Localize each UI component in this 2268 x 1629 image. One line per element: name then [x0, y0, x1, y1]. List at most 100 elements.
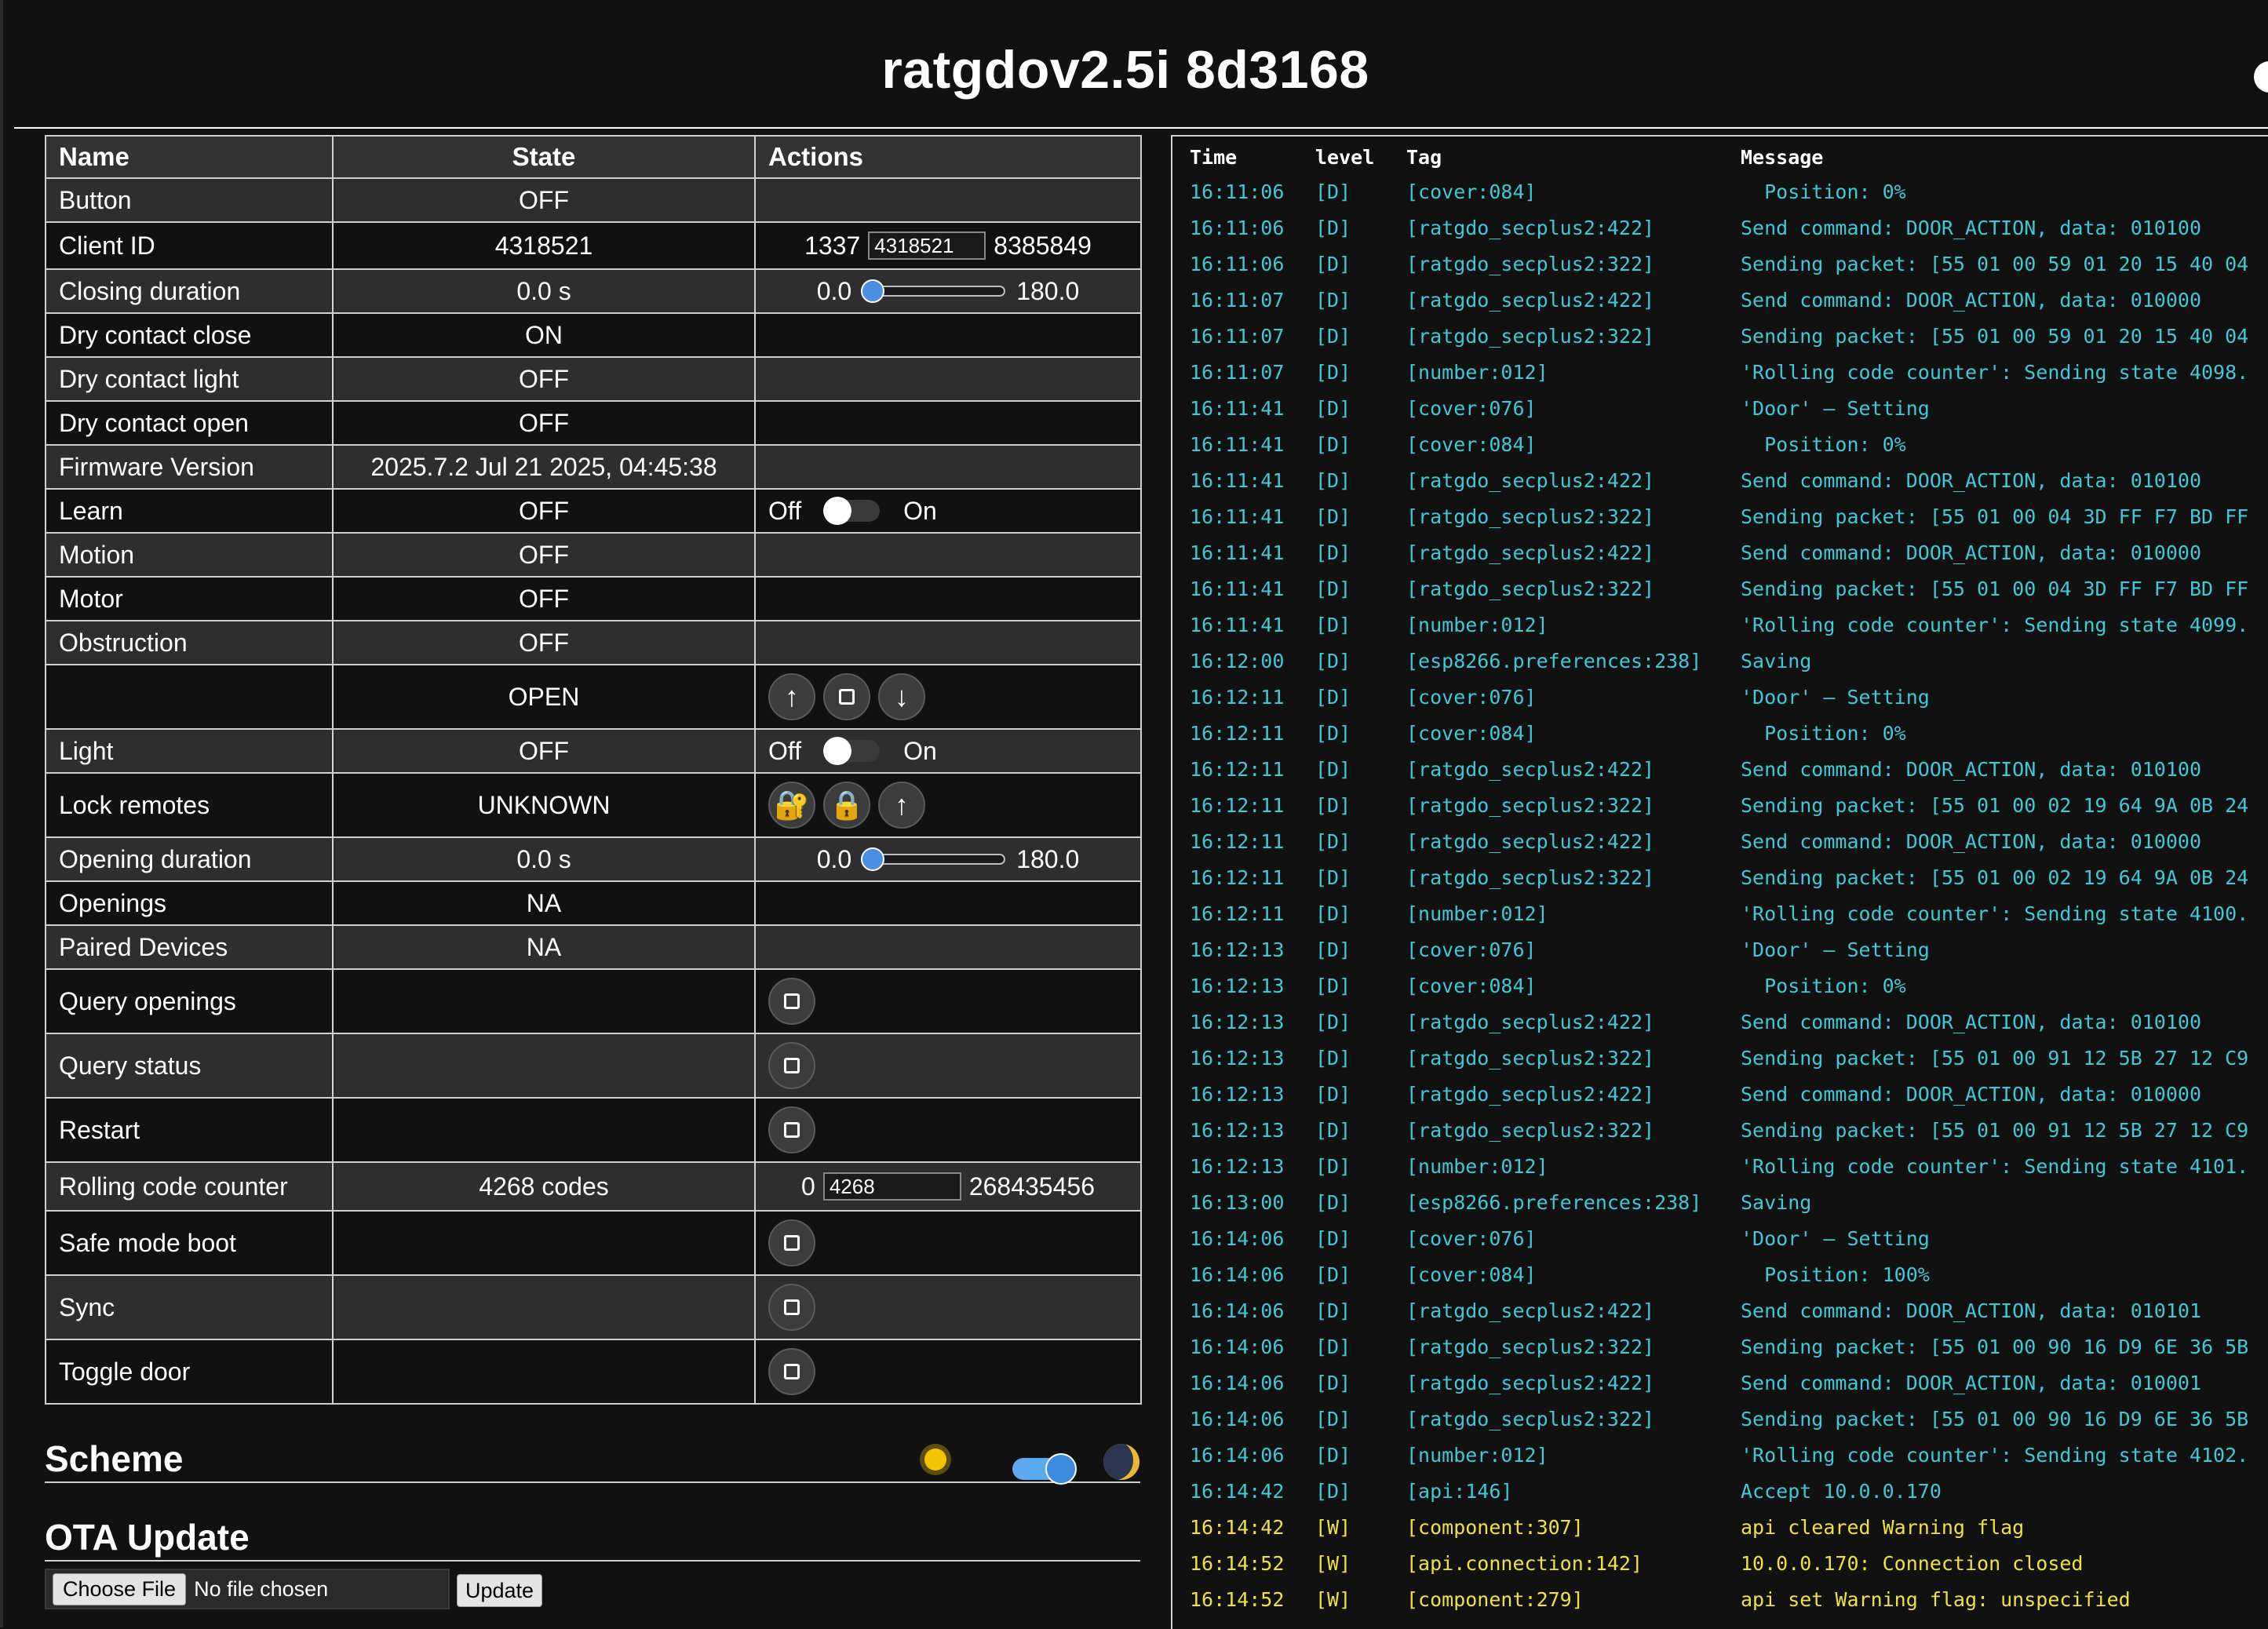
log-message: Sending packet: [55 01 00 04 3D FF F7 BD… [1741, 578, 2249, 600]
log-time: 16:12:00 [1190, 650, 1285, 672]
log-time: 16:11:06 [1190, 217, 1285, 239]
door-stop-button[interactable] [823, 673, 870, 720]
press-icon [784, 993, 800, 1009]
log-row: 16:12:13 [D] [ratgdo_secplus2:422] Send com… [1172, 1003, 2268, 1039]
log-row: 16:11:41 [D] [number:012] 'Rolling code cou… [1172, 606, 2268, 642]
entity-state: OFF [332, 576, 756, 621]
query-openings-button[interactable] [768, 978, 815, 1025]
table-row: Closing duration 0.0 s 0.0 180.0 [45, 268, 1142, 314]
entity-actions [754, 880, 1142, 926]
slider-max: 180.0 [1016, 844, 1080, 873]
sync-button[interactable] [768, 1284, 815, 1331]
log-row: 16:12:11 [D] [number:012] 'Rolling code cou… [1172, 895, 2268, 931]
lock-open-button[interactable]: ↑ [878, 782, 925, 829]
entity-name: Closing duration [45, 268, 334, 314]
log-level: [D] [1315, 1155, 1351, 1178]
entity-actions [754, 1274, 1142, 1340]
log-tag: [api.connection:142] [1406, 1552, 1643, 1575]
log-level: [D] [1315, 1408, 1351, 1430]
log-row: 16:12:11 [D] [ratgdo_secplus2:422] Send com… [1172, 750, 2268, 786]
entity-actions [754, 1097, 1142, 1163]
log-message: Send command: DOOR_ACTION, data: 010001 [1741, 1372, 2201, 1394]
choose-file-button[interactable]: Choose File [53, 1573, 187, 1605]
log-time: 16:12:13 [1190, 1155, 1285, 1178]
rolling-code-input[interactable] [822, 1172, 961, 1201]
status-icon[interactable] [2254, 61, 2268, 93]
log-row: 16:14:06 [D] [ratgdo_secplus2:322] Sending … [1172, 1400, 2268, 1436]
query-status-button[interactable] [768, 1042, 815, 1089]
table-row: Opening duration 0.0 s 0.0 180.0 [45, 836, 1142, 882]
entity-actions [754, 356, 1142, 402]
entity-actions [754, 576, 1142, 621]
entity-actions: ↑ ↓ [754, 664, 1142, 730]
log-tag: [cover:084] [1406, 433, 1537, 456]
log-level: [D] [1315, 830, 1351, 853]
log-level: [D] [1315, 938, 1351, 961]
log-row: 16:14:52 [W] [component:279] api set Warnin… [1172, 1580, 2268, 1616]
log-message: Sending packet: [55 01 00 91 12 5B 27 12… [1741, 1119, 2249, 1142]
log-time: 16:11:06 [1190, 180, 1285, 203]
log-entries: 16:11:06 [D] [cover:084] Position: 0% 16:11… [1172, 173, 2268, 1616]
log-message: Sending packet: [55 01 00 02 19 64 9A 0B… [1741, 866, 2249, 889]
header-state: State [332, 135, 756, 179]
log-message: api set Warning flag: unspecified [1741, 1588, 2131, 1611]
lock-button[interactable]: 🔐 [768, 782, 815, 829]
log-tag: [number:012] [1406, 361, 1548, 384]
moon-icon [1103, 1444, 1139, 1480]
slider-handle[interactable] [861, 847, 885, 871]
entity-state [332, 1210, 756, 1276]
closing-duration-slider[interactable] [861, 279, 1006, 303]
opening-duration-slider[interactable] [861, 847, 1006, 871]
log-level: [D] [1315, 1119, 1351, 1142]
entity-actions: 0.0 180.0 [754, 836, 1142, 882]
safe-mode-boot-button[interactable] [768, 1219, 815, 1266]
log-message: Sending packet: [55 01 00 91 12 5B 27 12… [1741, 1047, 2249, 1070]
entity-state: 4318521 [332, 221, 756, 270]
slider-handle[interactable] [861, 279, 885, 303]
entity-name: Toggle door [45, 1339, 334, 1405]
log-level: [D] [1315, 1083, 1351, 1106]
log-row: 16:12:13 [D] [cover:076] 'Door' – Setting [1172, 931, 2268, 967]
entity-state: ON [332, 312, 756, 358]
entity-name: Light [45, 728, 334, 774]
log-panel[interactable]: Time level Tag Message 16:11:06 [D] [cover… [1171, 135, 2268, 1629]
log-message: Send command: DOOR_ACTION, data: 010100 [1741, 1011, 2201, 1033]
log-tag: [number:012] [1406, 614, 1548, 636]
unlock-button[interactable]: 🔒 [823, 782, 870, 829]
entity-actions [754, 444, 1142, 490]
log-tag: [cover:084] [1406, 180, 1537, 203]
log-level: [D] [1315, 686, 1351, 709]
log-time: 16:11:41 [1190, 433, 1285, 456]
log-row: 16:14:06 [D] [cover:084] Position: 100% [1172, 1255, 2268, 1292]
client-id-input[interactable] [868, 231, 986, 260]
log-row: 16:12:11 [D] [ratgdo_secplus2:322] Sending … [1172, 858, 2268, 895]
toggle-knob [823, 737, 852, 765]
log-time: 16:12:11 [1190, 866, 1285, 889]
log-level: [W] [1315, 1552, 1351, 1575]
log-message: Send command: DOOR_ACTION, data: 010101 [1741, 1299, 2201, 1322]
table-row: Dry contact light OFF [45, 356, 1142, 402]
window-edge [0, 0, 3, 1627]
log-message: Saving [1741, 1191, 1812, 1214]
entity-name: Opening duration [45, 836, 334, 882]
door-open-button[interactable]: ↑ [768, 673, 815, 720]
toggle-on-label: On [903, 496, 937, 525]
toggle-knob [1045, 1453, 1077, 1485]
toggle-door-button[interactable] [768, 1348, 815, 1395]
log-level: [D] [1315, 1336, 1351, 1358]
log-message: 'Rolling code counter': Sending state 40… [1741, 614, 2249, 636]
door-close-button[interactable]: ↓ [878, 673, 925, 720]
entity-state: NA [332, 924, 756, 970]
learn-toggle[interactable] [823, 497, 881, 525]
log-message: Sending packet: [55 01 00 59 01 20 15 40… [1741, 325, 2249, 348]
log-time: 16:12:13 [1190, 975, 1285, 997]
scheme-toggle[interactable] [1012, 1453, 1077, 1485]
restart-button[interactable] [768, 1106, 815, 1153]
light-toggle[interactable] [823, 737, 881, 765]
entity-actions: 0 268435456 [754, 1161, 1142, 1212]
log-level: [D] [1315, 722, 1351, 745]
log-message: Send command: DOOR_ACTION, data: 010100 [1741, 469, 2201, 492]
update-button[interactable]: Update [457, 1574, 543, 1607]
log-level: [D] [1315, 650, 1351, 672]
entity-actions [754, 620, 1142, 665]
